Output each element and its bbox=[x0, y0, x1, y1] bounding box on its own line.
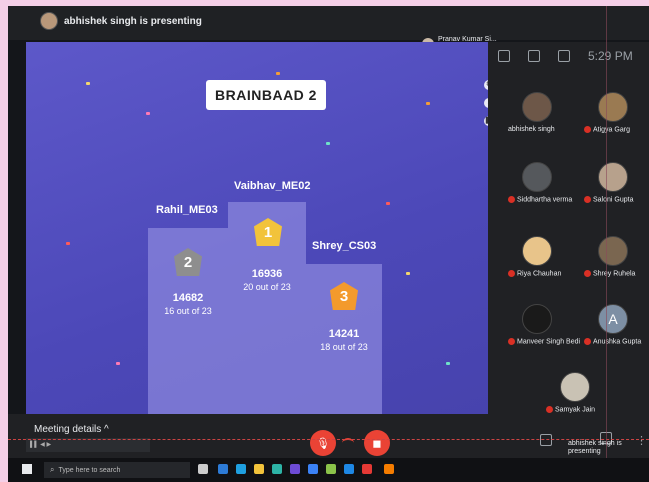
participant-name: Shrey Ruhela bbox=[584, 270, 635, 277]
app-icon[interactable] bbox=[344, 464, 354, 474]
participant-name: Manveer Singh Bedi bbox=[508, 338, 580, 345]
side-panel-header: 5:29 PM bbox=[498, 46, 649, 66]
taskbar-search[interactable]: ⌕ Type here to search bbox=[44, 462, 190, 478]
participant-name: Anushka Gupta bbox=[584, 338, 641, 345]
podium-first-detail: 20 out of 23 bbox=[243, 282, 291, 292]
participant-tile[interactable]: Riya Chauhan bbox=[498, 228, 578, 288]
participant-name-text: Samyak Jain bbox=[555, 406, 596, 414]
confetti bbox=[446, 362, 450, 365]
avatar bbox=[598, 92, 628, 122]
chevron-up-icon: ^ bbox=[104, 424, 109, 435]
participant-name-text: Atigya Garg bbox=[593, 126, 630, 134]
task-view-icon[interactable] bbox=[198, 464, 208, 474]
podium-second-name: Rahil_ME03 bbox=[156, 204, 218, 216]
app-icon[interactable] bbox=[362, 464, 372, 474]
mic-off-icon bbox=[584, 270, 591, 277]
presenting-label: abhishek singh is presenting bbox=[64, 16, 202, 27]
confetti bbox=[326, 142, 330, 145]
avatar bbox=[560, 372, 590, 402]
people-icon[interactable] bbox=[498, 50, 510, 62]
app-icon[interactable] bbox=[308, 464, 318, 474]
confetti bbox=[386, 202, 390, 205]
shared-screen-stage: BRAINBAAD 2 ⚙ ♪ ❚❚ Rahil_ME03 2 14682 16… bbox=[26, 42, 488, 414]
confetti bbox=[116, 362, 120, 365]
participant-name-text: Siddhartha verma bbox=[517, 196, 573, 204]
participant-name: abhishek singh bbox=[508, 126, 555, 133]
podium-second-score: 14682 bbox=[172, 292, 204, 304]
podium-third-score: 14241 bbox=[328, 328, 360, 340]
mic-off-icon bbox=[508, 196, 515, 203]
meeting-details-button[interactable]: Meeting details ^ bbox=[34, 424, 109, 435]
podium-third-detail: 18 out of 23 bbox=[320, 342, 368, 352]
mic-toggle-button[interactable]: 🎙 bbox=[310, 430, 336, 456]
confetti bbox=[66, 242, 70, 245]
app-icon[interactable] bbox=[290, 464, 300, 474]
windows-start-icon[interactable] bbox=[22, 464, 32, 474]
confetti bbox=[426, 102, 430, 105]
mic-off-icon bbox=[584, 126, 591, 133]
app-icon[interactable] bbox=[326, 464, 336, 474]
participant-name: Samyak Jain bbox=[546, 406, 595, 413]
mic-off-icon bbox=[584, 338, 591, 345]
podium-first-score: 16936 bbox=[251, 268, 283, 280]
presenter-avatar bbox=[40, 12, 58, 30]
app-icon[interactable] bbox=[218, 464, 228, 474]
participant-tile[interactable]: abhishek singh bbox=[498, 84, 578, 144]
podium-third-name: Shrey_CS03 bbox=[312, 240, 377, 252]
participant-tile[interactable]: Manveer Singh Bedi bbox=[498, 296, 580, 356]
mic-off-icon bbox=[584, 196, 591, 203]
participant-name: Saloni Gupta bbox=[584, 196, 633, 203]
app-icon[interactable] bbox=[272, 464, 282, 474]
avatar bbox=[522, 236, 552, 266]
participant-name-text: Riya Chauhan bbox=[517, 270, 562, 278]
chat-icon[interactable] bbox=[528, 50, 540, 62]
presenting-status: abhishek singh is presenting bbox=[568, 440, 622, 455]
camera-toggle-button[interactable]: ◼ bbox=[364, 430, 390, 456]
participant-tile[interactable]: Siddhartha verma bbox=[498, 154, 578, 214]
edge-icon[interactable] bbox=[236, 464, 246, 474]
annotation-dashed-line bbox=[8, 439, 649, 440]
avatar bbox=[522, 304, 552, 334]
mic-off-icon bbox=[508, 270, 515, 277]
captions-icon[interactable] bbox=[540, 434, 552, 446]
participant-name-text: Saloni Gupta bbox=[593, 196, 634, 204]
participant-tile[interactable]: A Anushka Gupta bbox=[574, 296, 649, 356]
mic-off-icon bbox=[508, 338, 515, 345]
chrome-icon[interactable] bbox=[384, 464, 394, 474]
participant-tile[interactable]: Saloni Gupta bbox=[574, 154, 649, 214]
quiz-title: BRAINBAAD 2 bbox=[206, 80, 326, 110]
participant-name-text: Manveer Singh Bedi bbox=[517, 338, 581, 346]
search-placeholder: Type here to search bbox=[58, 466, 121, 474]
confetti bbox=[406, 272, 410, 275]
podium-first-name: Vaibhav_ME02 bbox=[234, 180, 311, 192]
avatar bbox=[522, 92, 552, 122]
annotation-vertical-line bbox=[606, 6, 607, 458]
activities-icon[interactable] bbox=[558, 50, 570, 62]
media-mini-player[interactable]: ▌▌ ◀ ▶ bbox=[26, 438, 150, 452]
participant-name: Riya Chauhan bbox=[508, 270, 561, 277]
confetti bbox=[276, 72, 280, 75]
participant-name-text: Shrey Ruhela bbox=[593, 270, 636, 278]
avatar bbox=[522, 162, 552, 192]
avatar bbox=[598, 162, 628, 192]
participant-name: Siddhartha verma bbox=[508, 196, 572, 203]
more-options-icon[interactable]: ⋮ bbox=[636, 434, 647, 447]
clock: 5:29 PM bbox=[588, 49, 633, 63]
participant-name-text: Anushka Gupta bbox=[593, 338, 642, 346]
podium-second-detail: 16 out of 23 bbox=[164, 306, 212, 316]
meeting-details-label: Meeting details bbox=[34, 424, 102, 435]
confetti bbox=[86, 82, 90, 85]
confetti bbox=[146, 112, 150, 115]
participant-tile[interactable]: Atigya Garg bbox=[574, 84, 649, 144]
mic-off-icon bbox=[546, 406, 553, 413]
avatar: A bbox=[598, 304, 628, 334]
participant-tile[interactable]: Shrey Ruhela bbox=[574, 228, 649, 288]
avatar bbox=[598, 236, 628, 266]
search-icon: ⌕ bbox=[50, 465, 55, 474]
file-explorer-icon[interactable] bbox=[254, 464, 264, 474]
monitor-screen: abhishek singh is presenting Pranav Kuma… bbox=[8, 6, 649, 482]
